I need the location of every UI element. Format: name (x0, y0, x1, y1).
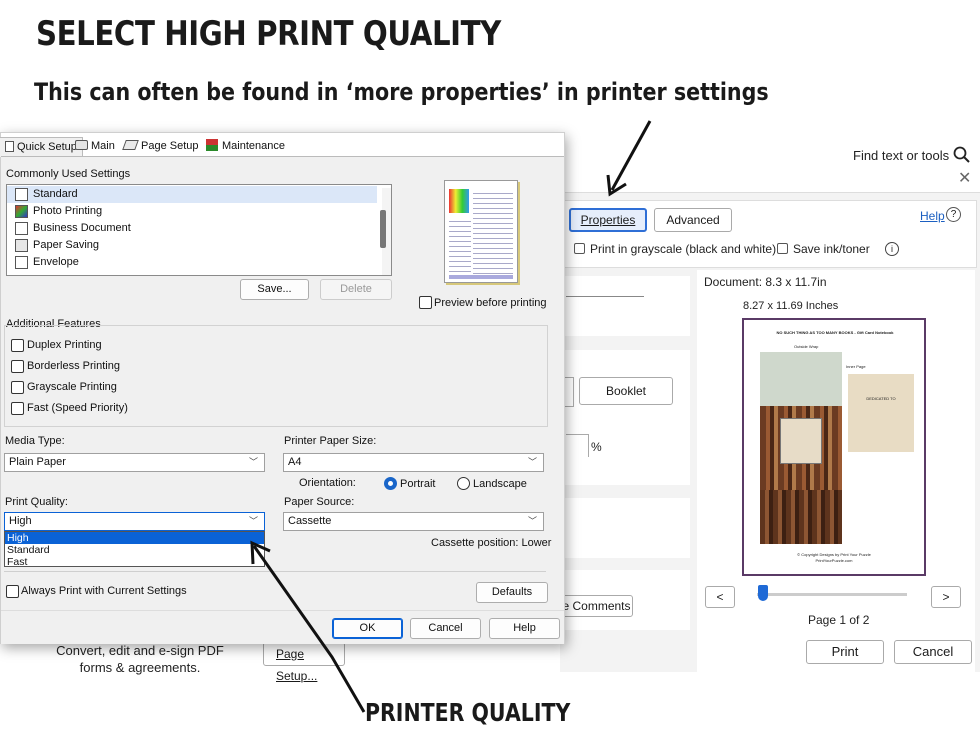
annotation-arrows (250, 120, 652, 713)
callout-label: PRINTER QUALITY (365, 698, 571, 727)
arrow-to-print-quality (250, 540, 366, 713)
arrow-to-properties (606, 120, 652, 197)
